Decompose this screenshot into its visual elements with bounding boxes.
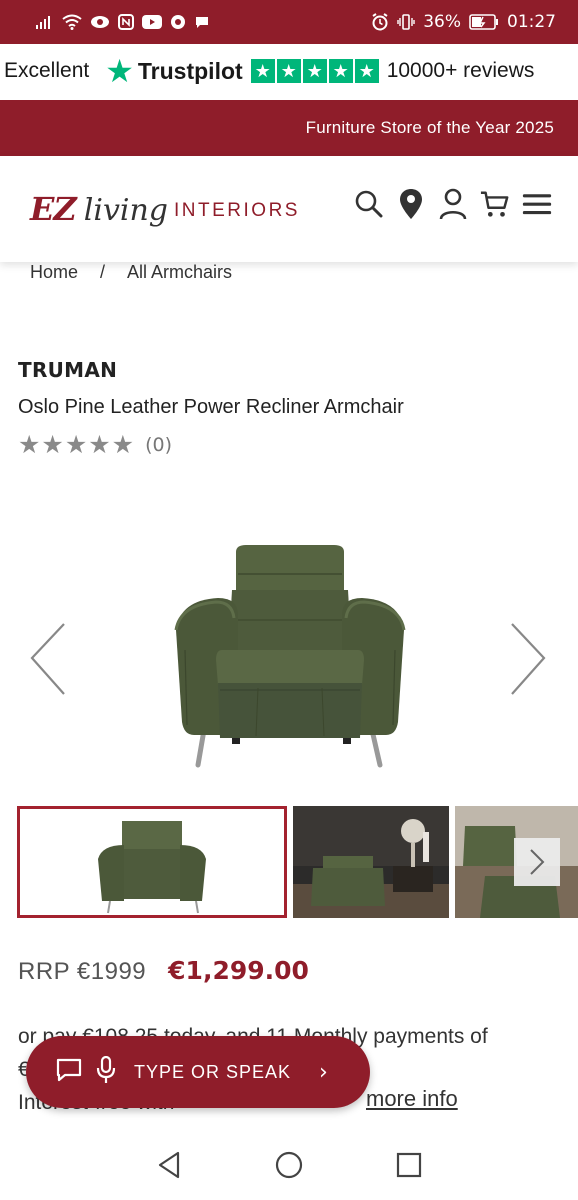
- cart-icon[interactable]: [480, 186, 510, 222]
- product-main-image[interactable]: [0, 490, 578, 790]
- nfc-icon: [118, 14, 134, 30]
- product-rating[interactable]: ★★★★★ (0): [18, 430, 172, 459]
- promo-banner: Furniture Store of the Year 2025: [0, 100, 578, 156]
- review-count: (0): [145, 433, 172, 456]
- type-or-speak-label: TYPE OR SPEAK: [134, 1061, 292, 1082]
- chevron-right-icon: ›: [319, 1059, 328, 1085]
- microphone-icon: [96, 1055, 116, 1088]
- site-header: EZ living INTERIORS: [0, 156, 578, 262]
- chrome-icon: [170, 14, 186, 30]
- logo-interiors: INTERIORS: [174, 200, 300, 221]
- thumbnail-2[interactable]: [293, 806, 449, 918]
- price-block: RRP €1999 €1,299.00: [18, 956, 309, 986]
- alarm-icon: [371, 13, 389, 31]
- status-bar: 36% 01:27: [0, 0, 578, 44]
- clock: 01:27: [507, 12, 556, 32]
- back-icon[interactable]: [156, 1151, 182, 1183]
- thumbnail-strip: [17, 806, 578, 918]
- recents-icon[interactable]: [396, 1152, 422, 1182]
- breadcrumb-home[interactable]: Home: [30, 262, 78, 283]
- carousel-next-button[interactable]: [508, 620, 548, 700]
- star-icon: ★: [328, 59, 353, 83]
- breadcrumb-current[interactable]: All Armchairs: [127, 262, 232, 283]
- product-brand: TRUMAN: [18, 358, 118, 382]
- trustpilot-stars: ★ ★ ★ ★ ★: [250, 59, 379, 83]
- rating-stars-icon: ★★★★★: [18, 430, 136, 459]
- search-icon[interactable]: [354, 186, 384, 222]
- message-icon: [194, 14, 210, 30]
- trustpilot-logo: Trustpilot: [137, 57, 243, 84]
- breadcrumb-separator: /: [100, 262, 106, 282]
- trustpilot-rating-word: Excellent: [4, 59, 90, 82]
- youtube-icon: [142, 15, 162, 29]
- location-icon[interactable]: [396, 186, 426, 222]
- sale-price: €1,299.00: [168, 956, 309, 985]
- eye-icon: [90, 15, 110, 29]
- system-nav-bar: [0, 1134, 578, 1200]
- type-or-speak-button[interactable]: TYPE OR SPEAK ›: [26, 1036, 370, 1108]
- logo-ez: EZ: [30, 190, 77, 228]
- star-icon: ★: [276, 59, 301, 83]
- home-icon[interactable]: [275, 1151, 303, 1183]
- signal-icon: [36, 15, 54, 29]
- logo-living: living: [83, 193, 169, 228]
- battery-percent: 36%: [423, 12, 461, 32]
- trustpilot-review-count: 10000+ reviews: [386, 59, 535, 82]
- thumbnail-1-selected[interactable]: [17, 806, 287, 918]
- promo-text: Furniture Store of the Year 2025: [305, 118, 554, 137]
- vibrate-icon: [397, 14, 415, 30]
- more-info-link[interactable]: more info: [366, 1086, 458, 1112]
- carousel-prev-button[interactable]: [28, 620, 68, 700]
- trustpilot-star-icon: ★: [105, 53, 134, 89]
- wifi-icon: [62, 14, 82, 30]
- star-icon: ★: [250, 59, 275, 83]
- star-icon: ★: [354, 59, 379, 83]
- status-icons-left: [36, 14, 210, 30]
- breadcrumb: Home / All Armchairs: [30, 262, 232, 283]
- star-icon: ★: [302, 59, 327, 83]
- product-title: Oslo Pine Leather Power Recliner Armchai…: [18, 396, 404, 418]
- site-logo[interactable]: EZ living INTERIORS: [30, 190, 300, 228]
- battery-icon: [469, 14, 499, 30]
- status-icons-right: 36% 01:27: [371, 12, 556, 32]
- account-icon[interactable]: [438, 186, 468, 222]
- menu-icon[interactable]: [522, 186, 552, 222]
- rrp-price: RRP €1999: [18, 958, 147, 985]
- thumbnail-next-button[interactable]: [514, 838, 560, 886]
- trustpilot-banner[interactable]: Excellent ★ Trustpilot ★ ★ ★ ★ ★ 10000+ …: [0, 44, 578, 98]
- header-actions: [354, 186, 552, 222]
- chat-icon: [56, 1058, 82, 1086]
